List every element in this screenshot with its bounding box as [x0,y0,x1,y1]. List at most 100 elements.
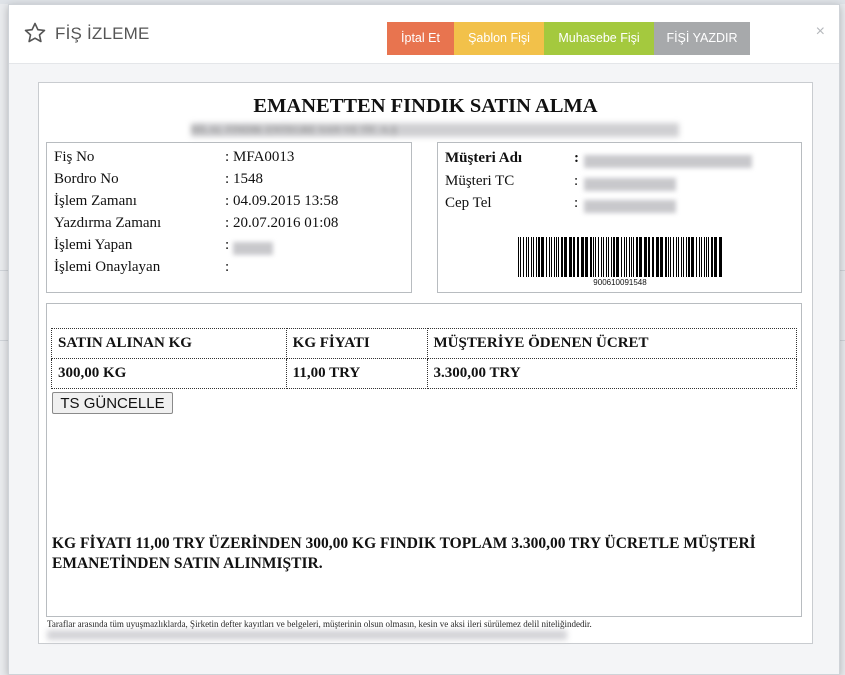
customer-phone-redacted [584,198,676,215]
barcode-bar [648,237,650,277]
barcode-bar [676,237,677,277]
info-value: MFA0013 [233,149,295,165]
accounting-receipt-button[interactable]: Muhasebe Fişi [544,22,654,55]
info-separator: : [574,150,579,166]
receipt-title: EMANETTEN FINDIK SATIN ALMA [253,95,598,117]
purchase-table: SATIN ALINAN KG KG FİYATI MÜŞTERİYE ÖDEN… [51,328,798,389]
barcode-bar [538,237,540,277]
template-receipt-button[interactable]: Şablon Fişi [454,22,544,55]
barcode-bar [526,237,527,277]
info-row-operator: İşlemi Yapan : [47,237,407,257]
barcode-bar [518,237,519,277]
barcode-bar [719,237,722,277]
barcode-bar [629,237,630,277]
purchase-detail-box: SATIN ALINAN KG KG FİYATI MÜŞTERİYE ÖDEN… [46,303,802,617]
print-receipt-button[interactable]: FİŞİ YAZDIR [654,22,750,55]
barcode-bar [520,237,521,277]
info-label: Fiş No [54,149,95,165]
cell-purchased-kg: 300,00 KG [51,358,287,389]
barcode-bar [556,237,557,277]
barcode-bar [616,237,619,277]
info-separator: : [225,193,230,209]
customer-tc-redacted [584,176,676,193]
barcode-bar [608,237,609,277]
barcode-bar [546,237,547,277]
barcode-bar [590,237,592,277]
info-label: İşlemi Yapan [54,237,133,253]
table-row: 300,00 KG 11,00 TRY 3.300,00 TRY [51,358,798,389]
info-label: İşlemi Onaylayan [54,259,161,275]
barcode-bar [696,237,697,277]
info-row-print-time: Yazdırma Zamanı : 20.07.2016 01:08 [47,215,407,235]
purchase-summary: KG FİYATI 11,00 TRY ÜZERİNDEN 300,00 KG … [52,535,756,572]
barcode-bar [531,237,532,277]
info-separator: : [574,195,579,211]
receipt-info-box: Fiş No : MFA0013 Bordro No : 1548 İşlem … [46,142,412,293]
barcode-bar [523,237,524,277]
barcode-bar [613,237,615,277]
close-icon[interactable]: × [816,23,825,41]
info-separator: : [225,259,230,275]
barcode-bar [564,237,567,277]
barcode-bar [549,237,550,277]
receipt-document: EMANETTEN FINDIK SATIN ALMA BİLAL FINDIK… [38,82,813,644]
barcode-bar [678,237,679,277]
receipt-modal: FİŞ İZLEME İptal Et Şablon Fişi Muhasebe… [8,4,840,675]
barcode-bar [688,237,690,277]
operator-redacted [233,240,273,257]
barcode-bar [528,237,529,277]
info-row-receipt-no: Fiş No : MFA0013 [47,149,407,169]
barcode-bar [621,237,622,277]
barcode-bar [636,237,638,277]
modal-title: FİŞ İZLEME [55,24,150,43]
info-label: Bordro No [54,171,119,187]
barcode-bar [633,237,634,277]
barcode-bar [577,237,579,277]
barcode-bar [701,237,702,277]
barcode-bar [593,237,594,277]
barcode-bar [558,237,559,277]
info-value: 20.07.2016 01:08 [233,215,339,231]
barcode-bar [541,237,544,277]
customer-name-row: Müşteri Adı : [438,150,798,170]
barcode-bar [639,237,642,277]
customer-name-label: Müşteri Adı [445,150,523,166]
barcode-bar [704,237,705,277]
barcode-bar [626,237,627,277]
barcode-bar [624,237,625,277]
barcode-bar [652,237,654,277]
barcode-bar [673,237,674,277]
info-separator: : [225,237,230,253]
info-separator: : [574,173,579,189]
info-value: 04.09.2015 13:58 [233,193,339,209]
barcode-bar [606,237,607,277]
barcode-bar [601,237,602,277]
barcode-bar [683,237,684,277]
table-header-row: SATIN ALINAN KG KG FİYATI MÜŞTERİYE ÖDEN… [51,328,798,359]
barcode [518,237,722,277]
header-purchased-kg: SATIN ALINAN KG [51,328,287,359]
barcode-bar [665,237,667,277]
star-icon[interactable] [23,21,47,45]
cancel-button[interactable]: İptal Et [387,22,454,55]
barcode-bar [569,237,572,277]
barcode-bar [691,237,694,277]
info-separator: : [225,215,230,231]
barcode-bar [699,237,700,277]
legal-footnote: Taraflar arasında tüm uyuşmazlıklarda, Ş… [47,619,592,629]
cell-kg-price: 11,00 TRY [285,358,428,389]
barcode-bar [554,237,555,277]
customer-tc-row: Müşteri TC : [438,173,798,193]
barcode-bar [595,237,596,277]
info-row-transaction-time: İşlem Zamanı : 04.09.2015 13:58 [47,193,407,213]
barcode-bar [573,237,575,277]
barcode-bar [656,237,659,277]
ts-update-button[interactable]: TS GÜNCELLE [52,392,173,414]
header-paid-amount: MÜŞTERİYE ÖDENEN ÜCRET [426,328,798,359]
footnote-redacted [47,630,567,640]
info-row-payroll-no: Bordro No : 1548 [47,171,407,191]
info-label: Yazdırma Zamanı [54,215,162,231]
barcode-bar [668,237,669,277]
barcode-bar [711,237,713,277]
info-separator: : [225,171,230,187]
